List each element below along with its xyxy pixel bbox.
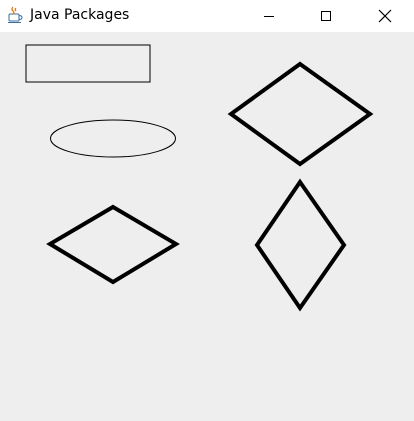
minimize-button[interactable] (246, 0, 292, 31)
title-bar[interactable]: Java Packages (0, 0, 414, 32)
ellipse-shape (50, 119, 176, 158)
rectangle-shape (25, 44, 151, 83)
diamond-shape-large (227, 61, 374, 167)
drawing-canvas (25, 44, 374, 312)
maximize-button[interactable] (303, 0, 349, 31)
diamond-shape-tall (254, 178, 347, 312)
close-icon (378, 9, 392, 22)
app-window: Java Packages (0, 0, 414, 421)
maximize-icon (321, 10, 331, 21)
diamond-shape-wide (46, 204, 180, 285)
java-cup-icon (7, 5, 24, 24)
drawing-panel (0, 32, 414, 421)
close-button[interactable] (362, 0, 408, 31)
window-title: Java Packages (30, 7, 130, 23)
minimize-icon (264, 15, 274, 17)
